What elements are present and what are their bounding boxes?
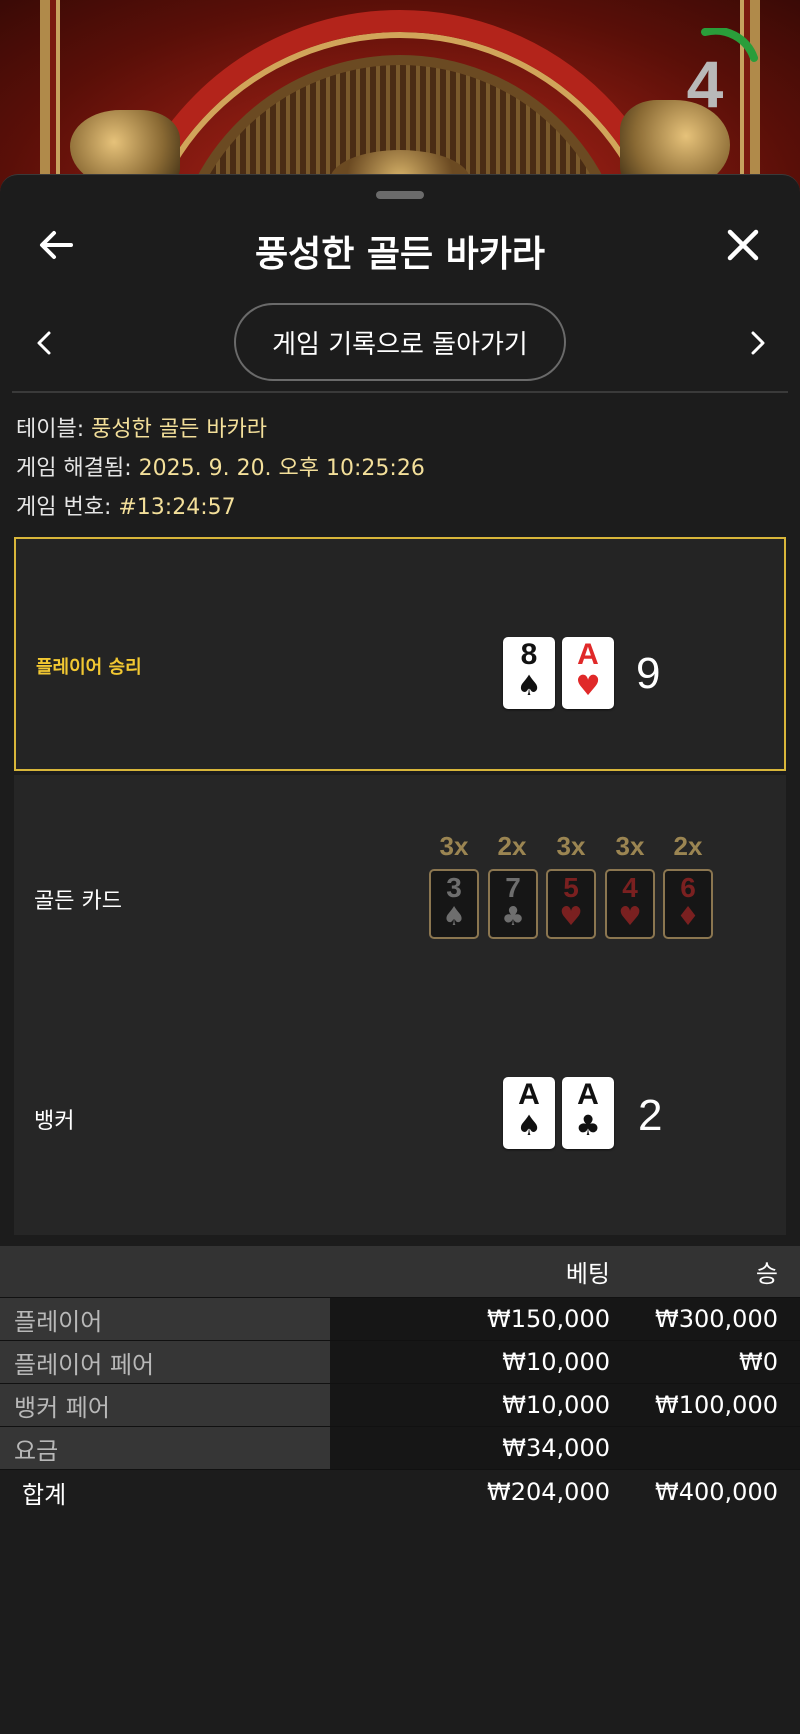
- back-to-history-button[interactable]: 게임 기록으로 돌아가기: [234, 303, 566, 381]
- golden-multiplier: 3x: [615, 831, 645, 861]
- resolved-label: 게임 해결됨:: [16, 456, 132, 481]
- win-amount: ₩100,000: [610, 1384, 778, 1426]
- golden-card-4: 4 ♥: [605, 869, 655, 939]
- card-rank: 8: [520, 638, 538, 671]
- bet-name: 뱅커 페어: [0, 1384, 330, 1426]
- table-header-row: 베팅 승: [0, 1246, 800, 1298]
- resolved-info: 게임 해결됨: 2025. 9. 20. 오후 10:25:26: [16, 450, 425, 482]
- player-card-2: A ♥: [562, 637, 614, 709]
- player-score: 9: [636, 649, 661, 698]
- golden-card-3: 5 ♥: [546, 869, 596, 939]
- card-rank: A: [577, 638, 599, 671]
- banker-card-1: A ♠: [503, 1077, 555, 1149]
- cell-padding: [778, 1298, 800, 1340]
- bet-name: 플레이어: [0, 1298, 330, 1340]
- golden-multiplier: 2x: [673, 831, 703, 861]
- next-game-button[interactable]: [740, 321, 776, 365]
- bet-column-header: 베팅: [330, 1246, 610, 1297]
- card-rank: 3: [446, 872, 462, 903]
- player-win-label: 플레이어 승리: [36, 657, 142, 678]
- table-value: 풍성한 골든 바카라: [91, 417, 268, 442]
- card-suit: ♥: [575, 669, 601, 702]
- card-suit: ♥: [559, 902, 583, 932]
- card-rank: 6: [680, 872, 696, 903]
- divider: [12, 391, 788, 393]
- sheet-header: 풍성한 골든 바카라: [0, 215, 800, 275]
- bet-name: 요금: [0, 1427, 330, 1469]
- bet-amount: ₩10,000: [330, 1341, 610, 1383]
- table-info: 테이블: 풍성한 골든 바카라: [16, 411, 267, 443]
- resolved-value: 2025. 9. 20. 오후 10:25:26: [138, 456, 425, 481]
- player-result-panel: 플레이어 승리 8 ♠ A ♥ 9: [14, 537, 786, 771]
- bet-name: 플레이어 페어: [0, 1341, 330, 1383]
- game-navigation: 게임 기록으로 돌아가기: [0, 303, 800, 383]
- header-empty-cell: [0, 1246, 330, 1297]
- banker-label: 뱅커: [34, 1109, 75, 1134]
- table-row: 요금 ₩34,000: [0, 1427, 800, 1470]
- chevron-right-icon: [751, 331, 765, 355]
- card-rank: A: [518, 1078, 540, 1111]
- golden-multiplier: 3x: [439, 831, 469, 861]
- win-amount: ₩300,000: [610, 1298, 778, 1340]
- game-number-info: 게임 번호: #13:24:57: [16, 489, 236, 521]
- bet-amount: ₩150,000: [330, 1298, 610, 1340]
- timer-value: 4: [686, 47, 724, 121]
- cell-padding: [778, 1246, 800, 1297]
- golden-multiplier: 3x: [556, 831, 586, 861]
- banker-card-2: A ♣: [562, 1077, 614, 1149]
- cell-padding: [778, 1427, 800, 1469]
- golden-card-2: 7 ♣: [488, 869, 538, 939]
- cell-padding: [778, 1341, 800, 1383]
- card-suit: ♠: [516, 1109, 542, 1142]
- card-rank: 4: [622, 872, 638, 903]
- bets-table: 베팅 승 플레이어 ₩150,000 ₩300,000 플레이어 페어 ₩10,…: [0, 1246, 800, 1514]
- golden-cards-label: 골든 카드: [34, 889, 122, 914]
- bet-amount: ₩10,000: [330, 1384, 610, 1426]
- sheet-drag-handle[interactable]: [376, 191, 424, 199]
- bet-amount: ₩34,000: [330, 1427, 610, 1469]
- card-suit: ♦: [676, 902, 700, 932]
- cell-padding: [778, 1470, 800, 1514]
- golden-banker-panel: 골든 카드 3x 2x 3x 3x 2x 3 ♠ 7 ♣ 5 ♥ 4 ♥ 6 ♦…: [14, 775, 786, 1235]
- countdown-timer: 4: [670, 26, 760, 121]
- banker-score: 2: [638, 1091, 663, 1140]
- win-column-header: 승: [610, 1246, 778, 1297]
- back-arrow-icon: [40, 231, 73, 259]
- close-icon: [727, 229, 759, 261]
- table-row: 플레이어 ₩150,000 ₩300,000: [0, 1298, 800, 1341]
- table-row: 플레이어 페어 ₩10,000 ₩0: [0, 1341, 800, 1384]
- total-bet: ₩204,000: [330, 1470, 610, 1514]
- win-amount: ₩0: [610, 1341, 778, 1383]
- back-button[interactable]: [32, 223, 80, 267]
- game-number-label: 게임 번호:: [16, 495, 112, 520]
- cell-padding: [778, 1384, 800, 1426]
- card-suit: ♣: [575, 1109, 601, 1142]
- card-suit: ♣: [501, 902, 525, 932]
- golden-multiplier: 2x: [497, 831, 527, 861]
- page-title: 풍성한 골든 바카라: [254, 234, 546, 275]
- total-win: ₩400,000: [610, 1470, 778, 1514]
- table-row: 뱅커 페어 ₩10,000 ₩100,000: [0, 1384, 800, 1427]
- card-rank: 5: [563, 872, 579, 903]
- card-suit: ♠: [516, 669, 542, 702]
- card-rank: 7: [505, 872, 521, 903]
- card-suit: ♥: [618, 902, 642, 932]
- card-suit: ♠: [442, 902, 466, 932]
- total-label: 합계: [0, 1470, 330, 1514]
- close-button[interactable]: [718, 221, 768, 269]
- game-number-value: #13:24:57: [118, 495, 236, 520]
- table-total-row: 합계 ₩204,000 ₩400,000: [0, 1470, 800, 1514]
- previous-game-button[interactable]: [26, 321, 62, 365]
- chevron-left-icon: [37, 331, 51, 355]
- card-rank: A: [577, 1078, 599, 1111]
- golden-card-5: 6 ♦: [663, 869, 713, 939]
- player-card-1: 8 ♠: [503, 637, 555, 709]
- table-label: 테이블:: [16, 417, 85, 442]
- win-amount: [610, 1427, 778, 1469]
- golden-card-1: 3 ♠: [429, 869, 479, 939]
